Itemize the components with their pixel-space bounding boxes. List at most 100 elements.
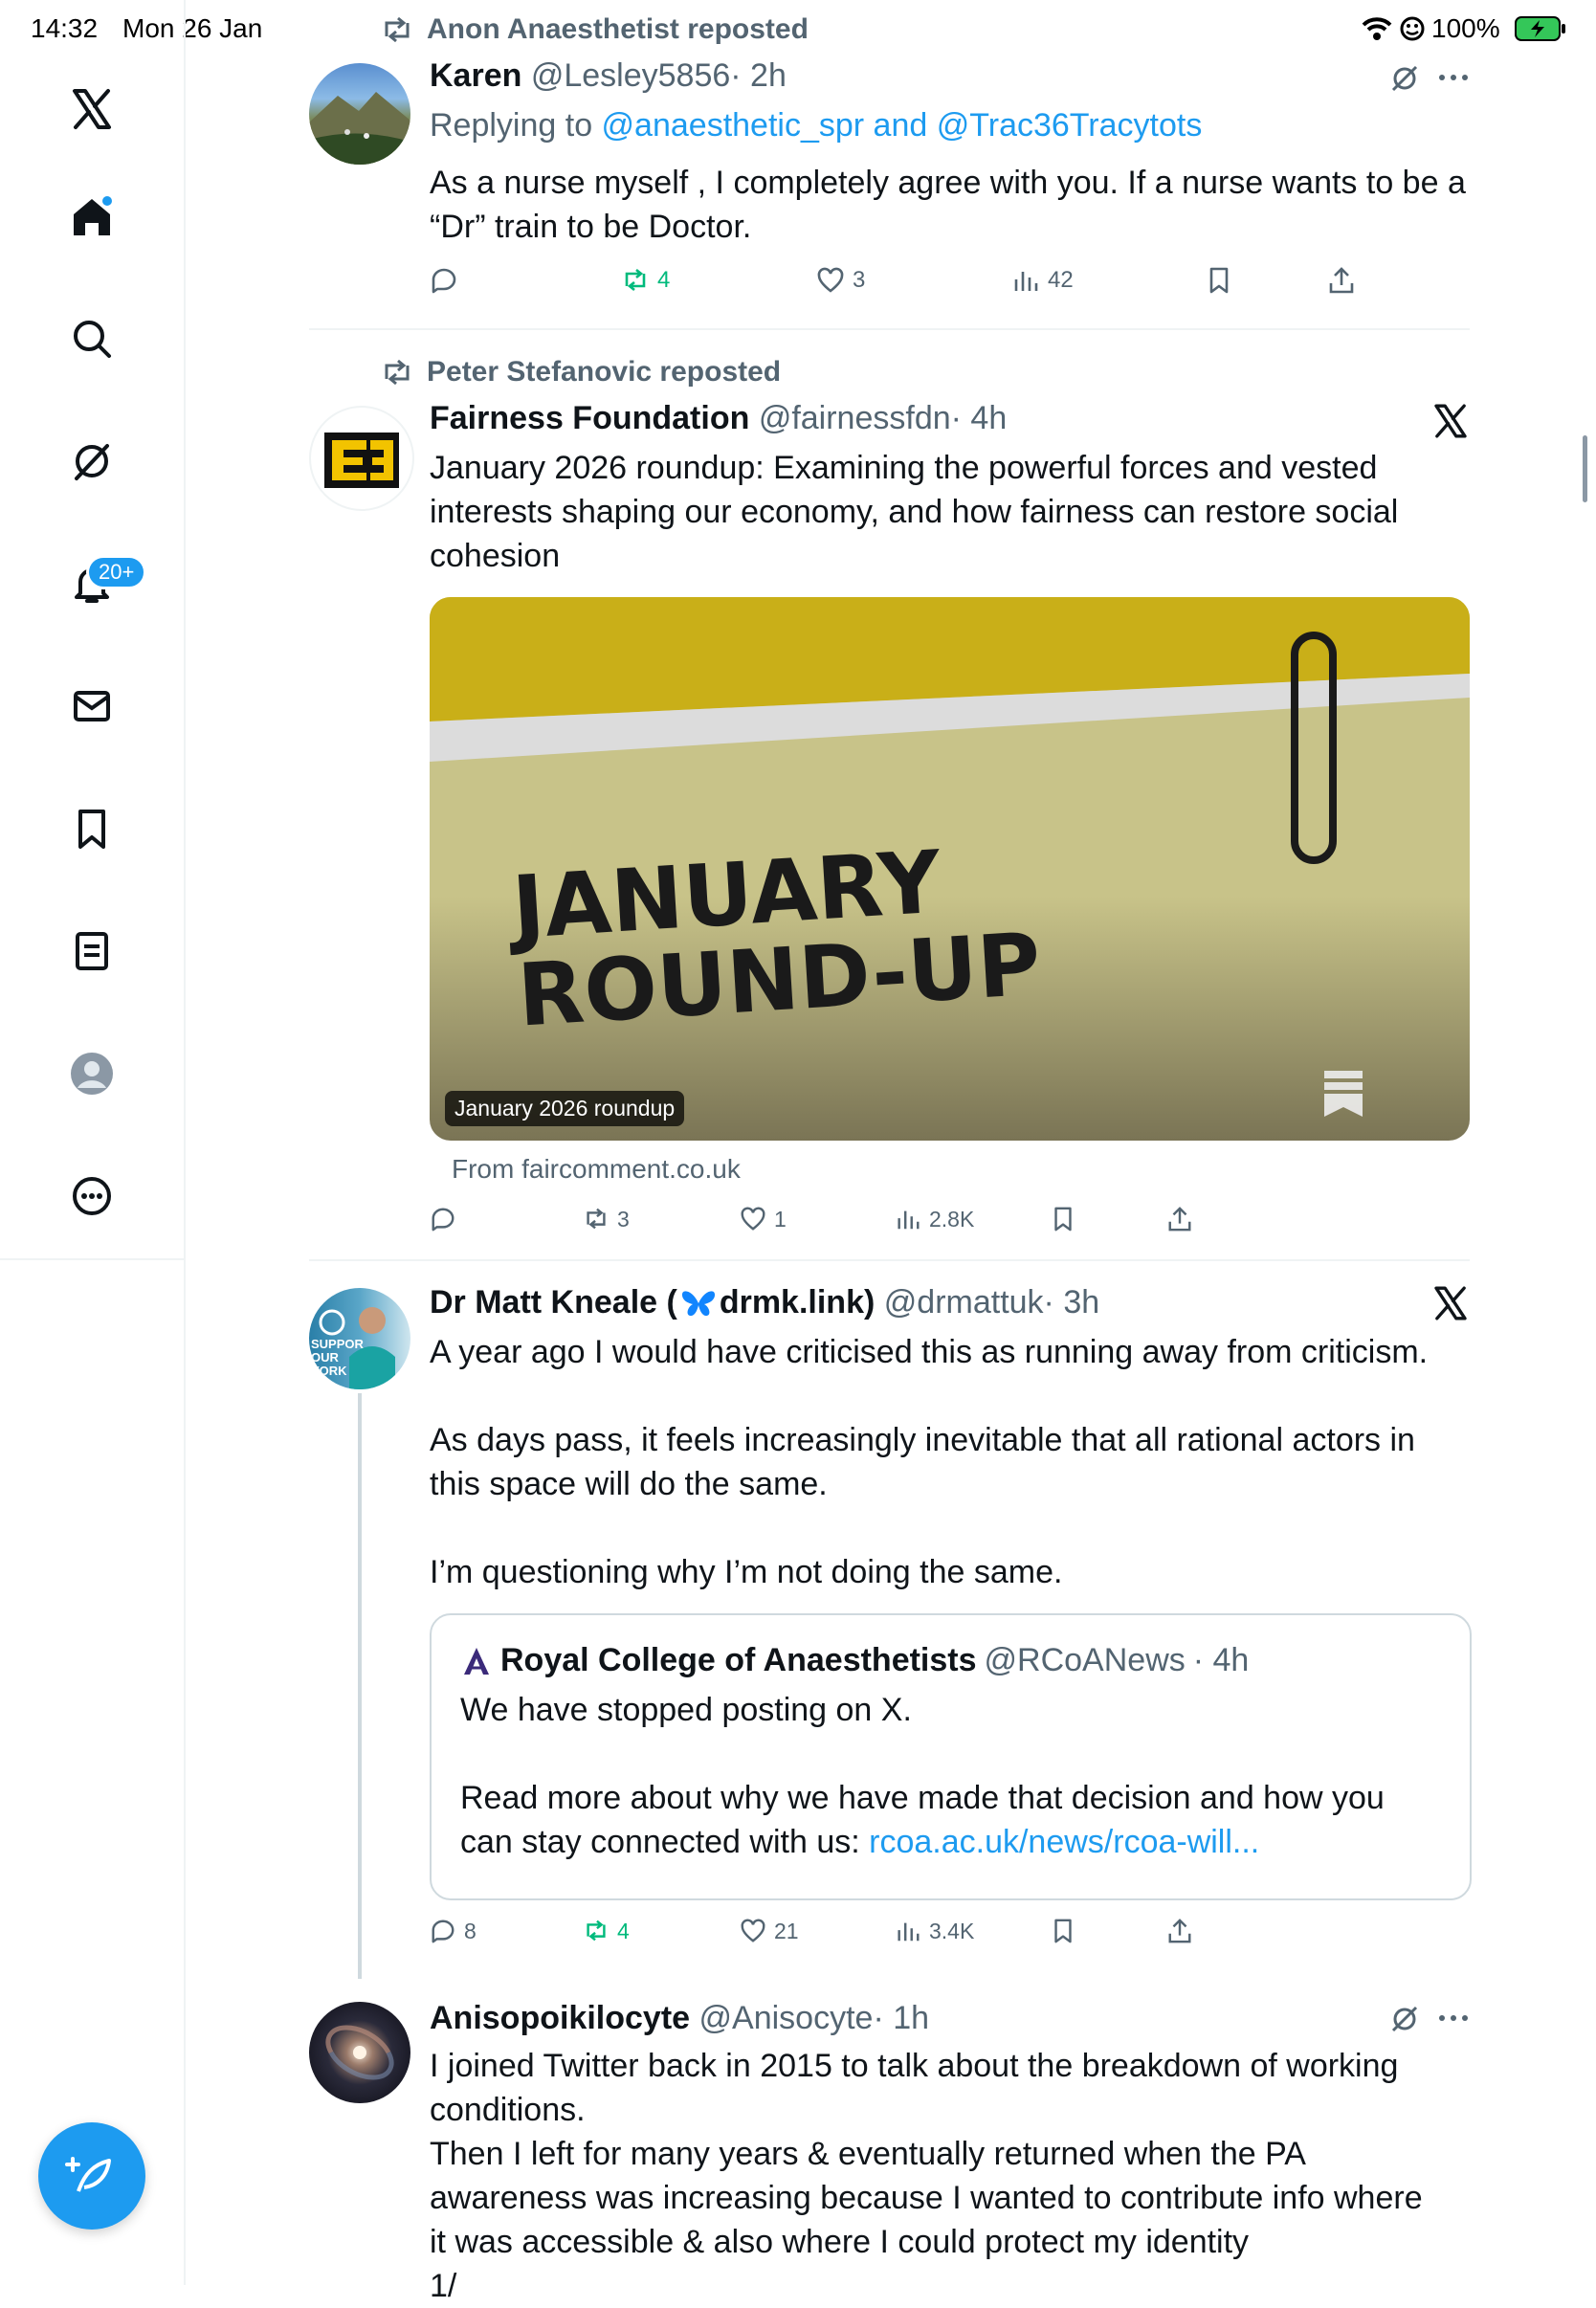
repost-button[interactable]: 4: [583, 1918, 630, 1944]
post-time: · 4h: [950, 400, 1008, 436]
views-icon: [898, 1210, 920, 1230]
like-button[interactable]: 3: [816, 266, 865, 295]
display-name[interactable]: Fairness Foundation: [430, 400, 749, 436]
bookmark-icon: [1209, 267, 1229, 294]
quote-text: We have stopped posting on X. Read more …: [460, 1692, 1385, 1860]
notifications-badge: 20+: [86, 555, 147, 589]
x-logo-icon[interactable]: [1431, 402, 1470, 445]
avatar[interactable]: SUPPOR OUR VORK: [309, 1288, 410, 1389]
x-logo-icon[interactable]: [1431, 1284, 1470, 1327]
post-header: Dr Matt Kneale ( drmk.link) @drmattuk · 3…: [430, 1284, 1099, 1321]
share-button[interactable]: [1166, 1206, 1193, 1232]
reply-icon: [432, 1920, 454, 1943]
reply-button[interactable]: 8: [430, 1918, 477, 1944]
post-header: Anisopoikilocyte @Anisocyte· 1h: [430, 2000, 929, 2037]
share-button[interactable]: [1327, 266, 1356, 295]
home-icon[interactable]: [59, 184, 124, 249]
grok-icon[interactable]: [59, 429, 124, 494]
post-header: Karen @Lesley5856· 2h: [430, 57, 787, 95]
like-button[interactable]: 21: [740, 1918, 799, 1944]
grok-icon[interactable]: [1389, 63, 1420, 99]
reply-button[interactable]: [430, 266, 458, 295]
lists-icon[interactable]: [59, 919, 124, 984]
replying-to-link[interactable]: @anaesthetic_spr and @Trac36Tracytots: [602, 107, 1203, 144]
reply-button[interactable]: [430, 1206, 456, 1232]
post-text: As a nurse myself , I completely agree w…: [430, 165, 1466, 245]
repost-label: Anon Anaesthetist reposted: [427, 13, 809, 45]
post-time: · 3h: [1043, 1284, 1100, 1320]
handle[interactable]: @drmattuk: [884, 1284, 1044, 1321]
card-source[interactable]: From faircomment.co.uk: [452, 1154, 741, 1185]
bookmarks-icon[interactable]: [59, 796, 124, 861]
avatar[interactable]: [309, 406, 414, 511]
compose-feather-icon: [65, 2157, 111, 2192]
post-time: · 1h: [873, 2000, 930, 2036]
quote-display-name[interactable]: Royal College of Anaesthetists: [500, 1642, 977, 1679]
handle[interactable]: @Anisocyte: [699, 2000, 874, 2036]
thread-line: [358, 1393, 362, 1979]
views-button[interactable]: 2.8K: [895, 1206, 974, 1232]
messages-icon[interactable]: [59, 674, 124, 739]
post-text: January 2026 roundup: Examining the powe…: [430, 450, 1399, 574]
wifi-icon: [1361, 15, 1393, 47]
repost-button[interactable]: 3: [583, 1206, 630, 1232]
views-button[interactable]: 3.4K: [895, 1918, 974, 1944]
battery-icon: [1514, 15, 1567, 47]
like-icon: [741, 1207, 765, 1231]
repost-button[interactable]: 4: [621, 266, 670, 295]
display-name[interactable]: Dr Matt Kneale (: [430, 1284, 677, 1321]
link-card[interactable]: JANUARY ROUND-UP January 2026 roundup: [430, 597, 1470, 1141]
reply-icon: [432, 268, 456, 294]
handle[interactable]: @Lesley5856: [531, 57, 730, 94]
display-name[interactable]: Karen: [430, 57, 521, 94]
post-time: · 2h: [730, 57, 787, 94]
replying-to: Replying to @anaesthetic_spr and @Trac36…: [430, 107, 1203, 144]
compose-post-button[interactable]: [38, 2122, 145, 2230]
repost-icon: [385, 16, 410, 43]
share-icon: [1168, 1919, 1191, 1943]
post-text: A year ago I would have criticised this …: [430, 1334, 1429, 1590]
butterfly-icon: [681, 1290, 715, 1316]
more-options-icon[interactable]: [1437, 63, 1470, 97]
scrollbar[interactable]: [1583, 435, 1587, 502]
more-options-icon[interactable]: [1437, 2004, 1470, 2037]
repost-label: Peter Stefanovic reposted: [427, 356, 782, 388]
post-header: Fairness Foundation @fairnessfdn· 4h: [430, 400, 1007, 437]
bookmark-icon: [1054, 1919, 1072, 1943]
battery-percent: 100%: [1431, 13, 1500, 43]
bookmark-icon: [1054, 1207, 1072, 1232]
avatar[interactable]: [309, 63, 410, 165]
quote-link[interactable]: rcoa.ac.uk/news/rcoa-will...: [869, 1824, 1259, 1860]
sidebar: 20+: [0, 0, 186, 2285]
share-button[interactable]: [1166, 1918, 1193, 1944]
share-icon: [1168, 1207, 1191, 1232]
rcoa-logo-icon: [464, 1647, 489, 1675]
display-name-suffix[interactable]: drmk.link): [720, 1284, 875, 1321]
quote-header: Royal College of Anaesthetists @RCoANews…: [460, 1642, 1249, 1679]
quoted-post[interactable]: Royal College of Anaesthetists @RCoANews…: [430, 1613, 1472, 1900]
display-name[interactable]: Anisopoikilocyte: [430, 2000, 690, 2036]
search-icon[interactable]: [59, 306, 124, 371]
grok-icon[interactable]: [1389, 2004, 1420, 2039]
bookmark-button[interactable]: [1050, 1206, 1076, 1232]
focus-icon: [1399, 15, 1426, 47]
views-icon: [1014, 272, 1038, 291]
views-button[interactable]: 42: [1011, 266, 1074, 295]
handle[interactable]: @fairnessfdn: [759, 400, 951, 436]
x-logo-icon[interactable]: [59, 77, 124, 142]
share-icon: [1329, 267, 1354, 294]
quote-time: · 4h: [1192, 1642, 1250, 1678]
profile-icon[interactable]: [59, 1041, 124, 1106]
bookmark-button[interactable]: [1205, 266, 1233, 295]
quote-handle[interactable]: @RCoANews: [985, 1642, 1186, 1679]
avatar[interactable]: [309, 2002, 410, 2103]
bookmark-button[interactable]: [1050, 1918, 1076, 1944]
post-text: I joined Twitter back in 2015 to talk ab…: [430, 2048, 1423, 2304]
like-button[interactable]: 1: [740, 1206, 787, 1232]
repost-icon: [625, 268, 646, 292]
views-icon: [898, 1922, 920, 1942]
like-icon: [817, 267, 844, 293]
repost-icon: [587, 1208, 606, 1230]
more-icon[interactable]: [59, 1164, 124, 1229]
card-caption: January 2026 roundup: [445, 1091, 685, 1126]
